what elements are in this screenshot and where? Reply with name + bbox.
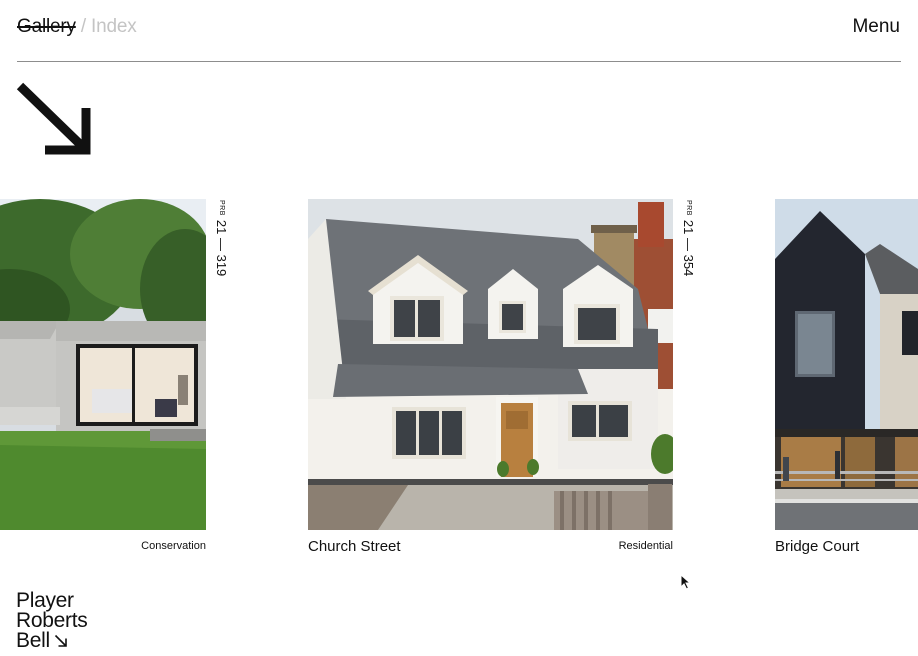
nav-gallery-link[interactable]: Gallery	[17, 16, 76, 37]
project-code-prefix: PRB	[685, 200, 692, 216]
logo-line-bell: Bell	[16, 629, 50, 652]
arrow-down-right-icon	[54, 634, 67, 647]
mouse-pointer-icon	[680, 574, 692, 590]
project-card-image-2[interactable]	[308, 199, 673, 530]
arrow-down-right-icon	[16, 82, 91, 155]
logo-line-roberts: Roberts	[16, 609, 88, 632]
brand-logo[interactable]: Player Roberts Bell	[16, 589, 88, 652]
breadcrumb-nav: Gallery / Index	[17, 16, 137, 38]
nav-index-link[interactable]: Index	[91, 16, 137, 37]
project-code-1: PRB 21 — 319	[214, 200, 229, 277]
project-title-3[interactable]: Bridge Court	[775, 538, 859, 555]
header-divider	[17, 61, 901, 62]
project-code-value: 21 — 354	[681, 219, 696, 277]
project-title-2[interactable]: Church Street	[308, 538, 401, 555]
project-card-image-1[interactable]	[0, 199, 206, 530]
logo-line-player: Player	[16, 589, 74, 612]
menu-button[interactable]: Menu	[852, 16, 900, 38]
nav-separator: /	[75, 16, 92, 37]
project-card-image-3[interactable]	[775, 199, 918, 530]
project-code-2: PRB 21 — 354	[681, 200, 696, 277]
project-category-1: Conservation	[141, 540, 206, 552]
project-category-2: Residential	[618, 540, 673, 552]
project-code-prefix: PRB	[218, 200, 225, 216]
project-code-value: 21 — 319	[214, 219, 229, 277]
